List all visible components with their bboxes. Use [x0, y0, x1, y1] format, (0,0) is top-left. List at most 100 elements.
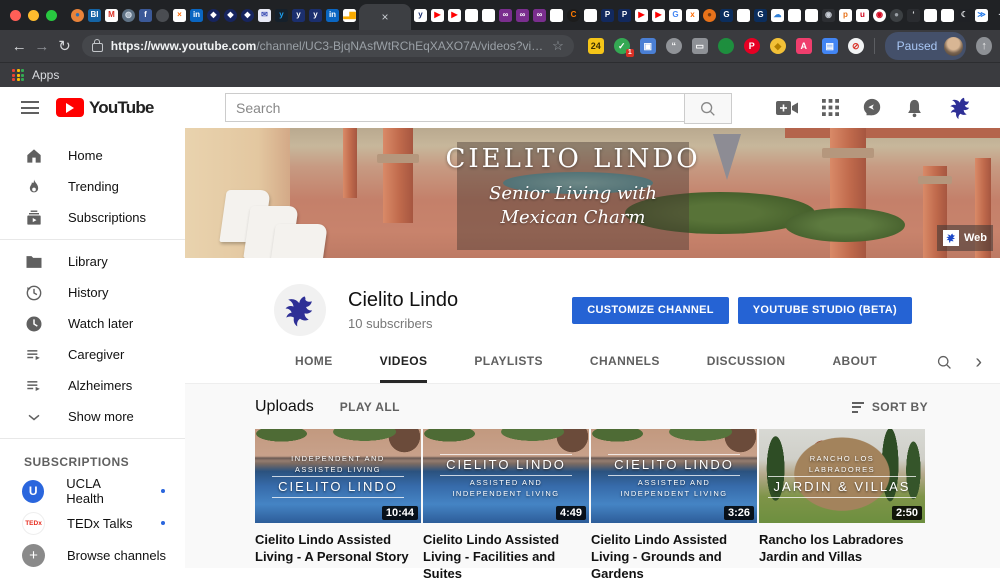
reload-button[interactable]: ↻ [53, 37, 76, 55]
tab-favicon[interactable] [584, 9, 597, 22]
youtube-apps-icon[interactable] [822, 99, 839, 116]
extension-icon[interactable]: ▣ [640, 38, 656, 54]
menu-icon[interactable] [21, 101, 39, 114]
tab-favicon[interactable]: ∞ [533, 9, 546, 22]
extension-icon[interactable]: A [796, 38, 812, 54]
video-card[interactable]: CIELITO LINDO ASSISTED AND INDEPENDENT L… [591, 429, 757, 582]
messages-icon[interactable] [862, 98, 882, 118]
sort-by-button[interactable]: SORT BY [852, 400, 928, 414]
sidebar-browse-channels[interactable]: + Browse channels [0, 539, 185, 571]
tab-favicon[interactable]: ◉ [873, 9, 886, 22]
window-controls[interactable] [10, 10, 57, 21]
tab-favicon[interactable]: ● [703, 9, 716, 22]
tab-favicon[interactable]: G [669, 9, 682, 22]
tab-favicon[interactable] [737, 9, 750, 22]
channel-search-icon[interactable] [936, 341, 953, 383]
tab-favicon[interactable]: ▶ [431, 9, 444, 22]
address-bar[interactable]: https://www.youtube.com/channel/UC3-BjqN… [82, 35, 574, 57]
sidebar-item-alzheimers[interactable]: Alzheimers [0, 370, 185, 401]
tab-videos[interactable]: VIDEOS [380, 341, 428, 383]
tab-favicon[interactable]: ≫ [975, 9, 988, 22]
tab-favicon[interactable] [924, 9, 937, 22]
extension-icon[interactable]: ✓1 [614, 38, 630, 54]
extension-icon[interactable]: P [744, 38, 760, 54]
search-button[interactable] [684, 93, 732, 124]
tab-favicon[interactable]: ◆ [241, 9, 254, 22]
tab-favicon[interactable]: u [856, 9, 869, 22]
tab-favicon[interactable]: in [326, 9, 339, 22]
tab-home[interactable]: HOME [295, 341, 333, 383]
sidebar-sub-tedx-talks[interactable]: TEDx TEDx Talks [0, 507, 185, 539]
apps-grid-icon[interactable] [12, 69, 24, 81]
tab-favicon[interactable]: ✉ [258, 9, 271, 22]
video-title[interactable]: Rancho los Labradores Jardin and Villas [759, 531, 925, 565]
sidebar-item-history[interactable]: History [0, 277, 185, 308]
video-card[interactable]: RANCHO LOS LABRADORES JARDIN & VILLAS 2:… [759, 429, 925, 582]
video-card[interactable]: CIELITO LINDO ASSISTED AND INDEPENDENT L… [423, 429, 589, 582]
tab-about[interactable]: ABOUT [832, 341, 877, 383]
back-button[interactable]: ← [8, 38, 31, 55]
active-tab[interactable]: × [359, 4, 411, 30]
tab-favicon[interactable] [788, 9, 801, 22]
traffic-light[interactable] [28, 10, 39, 21]
tab-favicon[interactable]: C [567, 9, 580, 22]
video-title[interactable]: Cielito Lindo Assisted Living - Grounds … [591, 531, 757, 582]
tab-favicon[interactable]: ▶ [448, 9, 461, 22]
sidebar-item-home[interactable]: Home [0, 140, 185, 171]
extension-icon[interactable]: 24 [588, 38, 604, 54]
traffic-light[interactable] [10, 10, 21, 21]
forward-button[interactable]: → [31, 38, 54, 55]
tab-discussion[interactable]: DISCUSSION [707, 341, 786, 383]
tab-favicon[interactable]: ◉ [822, 9, 835, 22]
sidebar-item-caregiver[interactable]: Caregiver [0, 339, 185, 370]
tab-favicon[interactable]: ● [156, 9, 169, 22]
tab-favicon[interactable] [941, 9, 954, 22]
tab-favicon[interactable]: ▶ [635, 9, 648, 22]
tab-channels[interactable]: CHANNELS [590, 341, 660, 383]
tab-favicon[interactable]: ● [71, 9, 84, 22]
tab-favicon[interactable]: in [190, 9, 203, 22]
video-thumbnail[interactable]: CIELITO LINDO ASSISTED AND INDEPENDENT L… [423, 429, 589, 523]
sidebar-item-show-more[interactable]: Show more [0, 401, 185, 432]
video-card[interactable]: INDEPENDENT AND ASSISTED LIVING CIELITO … [255, 429, 421, 582]
notifications-bell-icon[interactable] [905, 98, 924, 118]
tab-favicon[interactable]: y [275, 9, 288, 22]
tab-favicon[interactable]: ▂▆ [343, 9, 356, 22]
extension-icon[interactable]: ● [718, 38, 734, 54]
video-title[interactable]: Cielito Lindo Assisted Living - A Person… [255, 531, 421, 565]
sidebar-item-subscriptions[interactable]: Subscriptions [0, 202, 185, 233]
apps-bookmark[interactable]: Apps [32, 68, 59, 82]
video-title[interactable]: Cielito Lindo Assisted Living - Faciliti… [423, 531, 589, 582]
tab-favicon[interactable] [482, 9, 495, 22]
sidebar-item-trending[interactable]: Trending [0, 171, 185, 202]
tabs-overflow-chevron[interactable]: › [975, 341, 982, 383]
extension-icon[interactable]: ⊘ [848, 38, 864, 54]
account-avatar-bird[interactable] [947, 94, 974, 121]
tab-favicon[interactable]: ◍ [122, 9, 135, 22]
tab-favicon[interactable]: f [139, 9, 152, 22]
youtube-logo[interactable]: YouTube [56, 98, 154, 118]
sidebar-sub-ucla-health[interactable]: U UCLA Health [0, 475, 185, 507]
tab-favicon[interactable] [550, 9, 563, 22]
extension-icon[interactable]: ◆ [770, 38, 786, 54]
youtube-studio-button[interactable]: YOUTUBE STUDIO (BETA) [738, 297, 912, 324]
tab-favicon[interactable]: ☾ [958, 9, 971, 22]
tab-favicon[interactable]: G [754, 9, 767, 22]
tab-favicon[interactable] [805, 9, 818, 22]
update-icon[interactable]: ↑ [976, 37, 992, 55]
tab-favicon[interactable]: ʻ [907, 9, 920, 22]
extension-icon[interactable]: ▭ [692, 38, 708, 54]
tab-favicon[interactable]: G [720, 9, 733, 22]
tab-favicon[interactable]: p [839, 9, 852, 22]
tab-favicon[interactable]: ∞ [516, 9, 529, 22]
extension-icon[interactable]: ▤ [822, 38, 838, 54]
tab-close-icon[interactable]: × [381, 10, 388, 24]
tab-favicon[interactable]: y [414, 9, 427, 22]
tab-favicon[interactable]: ∞ [499, 9, 512, 22]
tab-favicon[interactable]: ◆ [207, 9, 220, 22]
tab-favicon[interactable]: y [292, 9, 305, 22]
video-thumbnail[interactable]: RANCHO LOS LABRADORES JARDIN & VILLAS 2:… [759, 429, 925, 523]
play-all-button[interactable]: PLAY ALL [340, 400, 400, 414]
tab-favicon[interactable] [465, 9, 478, 22]
bookmark-star-icon[interactable]: ☆ [546, 38, 564, 54]
